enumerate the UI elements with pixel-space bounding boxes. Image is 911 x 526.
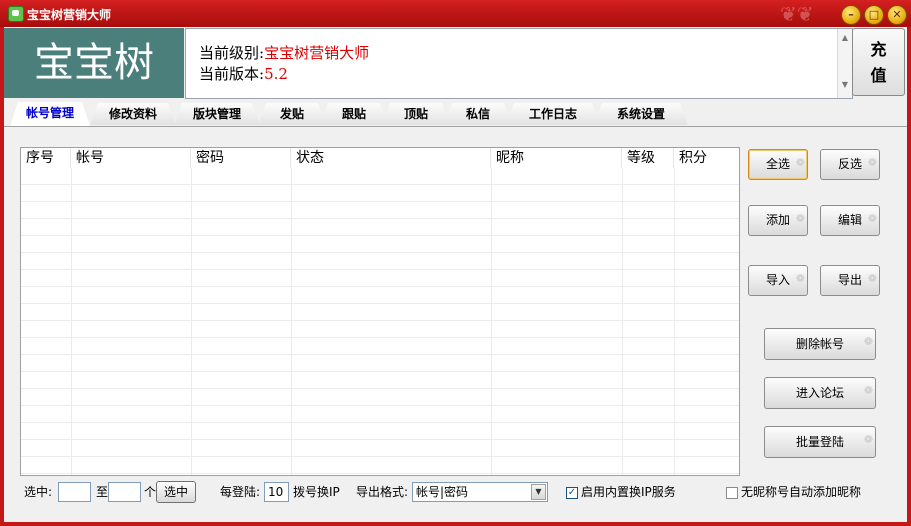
select-range-button[interactable]: 选中 [156, 481, 196, 503]
close-icon[interactable]: ✕ [887, 5, 907, 25]
app-icon [8, 6, 24, 22]
col-account[interactable]: 帐号 [71, 148, 191, 168]
col-password[interactable]: 密码 [191, 148, 291, 168]
grid-line [191, 168, 192, 475]
level-value: 宝宝树营销大师 [264, 44, 370, 62]
auto-nickname-checkbox[interactable] [726, 487, 738, 499]
level-label: 当前级别: [199, 44, 265, 62]
client-area: 宝宝树 当前级别:宝宝树营销大师 当前版本:5.2 ▲ ▼ 充 值 帐号管理 修… [4, 27, 907, 522]
account-panel: 序号 帐号 密码 状态 昵称 等级 积分 全选 反选 添加 编辑 [8, 128, 903, 520]
recharge-button[interactable]: 充 值 [852, 28, 905, 96]
switch-ip-label: 拨号换IP [293, 485, 340, 499]
grid-line [71, 168, 72, 475]
add-button[interactable]: 添加 [748, 204, 808, 236]
select-range-label: 选中: [24, 485, 53, 499]
import-button[interactable]: 导入 [748, 264, 808, 296]
tab-bump[interactable]: 顶贴 [382, 103, 450, 125]
col-level[interactable]: 等级 [622, 148, 674, 168]
brand-logo: 宝宝树 [4, 28, 184, 98]
select-all-button[interactable]: 全选 [748, 148, 808, 180]
tab-account-management[interactable]: 帐号管理 [10, 102, 90, 126]
version-line: 当前版本:5.2 [199, 63, 288, 84]
tab-private-message[interactable]: 私信 [444, 103, 512, 125]
grid-line [291, 168, 292, 475]
auto-nickname-label[interactable]: 无昵称号自动添加昵称 [741, 481, 861, 503]
version-label: 当前版本: [199, 65, 265, 83]
col-nickname[interactable]: 昵称 [491, 148, 622, 168]
info-scrollbar[interactable]: ▲ ▼ [837, 29, 852, 98]
tab-divider [4, 126, 907, 127]
grid-line [491, 168, 492, 475]
table-header: 序号 帐号 密码 状态 昵称 等级 积分 [21, 148, 739, 168]
scroll-down-icon[interactable]: ▼ [838, 80, 852, 89]
tab-work-log[interactable]: 工作日志 [506, 103, 600, 125]
tab-system-settings[interactable]: 系统设置 [594, 103, 688, 125]
tab-post[interactable]: 发贴 [258, 103, 326, 125]
builtin-ip-label[interactable]: 启用内置换IP服务 [581, 481, 676, 503]
col-points[interactable]: 积分 [674, 148, 739, 168]
range-to-input[interactable] [108, 482, 141, 502]
window-title: 宝宝树营销大师 [27, 8, 112, 22]
title-bar[interactable]: 宝宝树营销大师 ❦❦ – □ ✕ [0, 0, 911, 27]
per-login-input[interactable]: 10 [264, 482, 289, 502]
info-panel: 当前级别:宝宝树营销大师 当前版本:5.2 ▲ ▼ [185, 28, 853, 99]
recharge-label-1: 充 [870, 40, 887, 59]
edit-button[interactable]: 编辑 [820, 204, 880, 236]
export-format-label: 导出格式: [356, 485, 409, 499]
level-line: 当前级别:宝宝树营销大师 [199, 42, 369, 63]
version-value: 5.2 [264, 65, 288, 83]
decoration-swirl-icon: ❦❦ [780, 2, 814, 26]
dropdown-arrow-icon[interactable]: ▼ [531, 484, 546, 500]
maximize-icon[interactable]: □ [864, 5, 884, 25]
batch-login-button[interactable]: 批量登陆 [764, 425, 876, 458]
export-format-value: 帐号|密码 [416, 485, 469, 499]
main-window: 宝宝树营销大师 ❦❦ – □ ✕ 宝宝树 当前级别:宝宝树营销大师 当前版本:5… [0, 0, 911, 526]
builtin-ip-checkbox[interactable]: ✓ [566, 487, 578, 499]
range-unit-label: 个 [144, 485, 157, 499]
tab-reply[interactable]: 跟贴 [320, 103, 388, 125]
scroll-up-icon[interactable]: ▲ [838, 33, 852, 42]
invert-selection-button[interactable]: 反选 [820, 148, 880, 180]
minimize-icon[interactable]: – [841, 5, 861, 25]
tab-bar: 帐号管理 修改资料 版块管理 发贴 跟贴 顶贴 私信 工作日志 系统设置 [4, 102, 907, 126]
grid-line [622, 168, 623, 475]
tab-edit-profile[interactable]: 修改资料 [90, 103, 176, 125]
col-index[interactable]: 序号 [21, 148, 71, 168]
range-to-label: 至 [96, 485, 109, 499]
grid-line [674, 168, 675, 475]
recharge-label-2: 值 [870, 66, 887, 85]
export-format-select[interactable]: 帐号|密码 ▼ [412, 482, 548, 502]
col-status[interactable]: 状态 [291, 148, 491, 168]
range-from-input[interactable] [58, 482, 91, 502]
export-button[interactable]: 导出 [820, 264, 880, 296]
account-table[interactable]: 序号 帐号 密码 状态 昵称 等级 积分 [20, 147, 740, 476]
per-login-label: 每登陆: [220, 485, 261, 499]
table-body[interactable] [21, 168, 739, 475]
tab-board-management[interactable]: 版块管理 [174, 103, 260, 125]
enter-forum-button[interactable]: 进入论坛 [764, 376, 876, 409]
delete-account-button[interactable]: 删除帐号 [764, 327, 876, 360]
